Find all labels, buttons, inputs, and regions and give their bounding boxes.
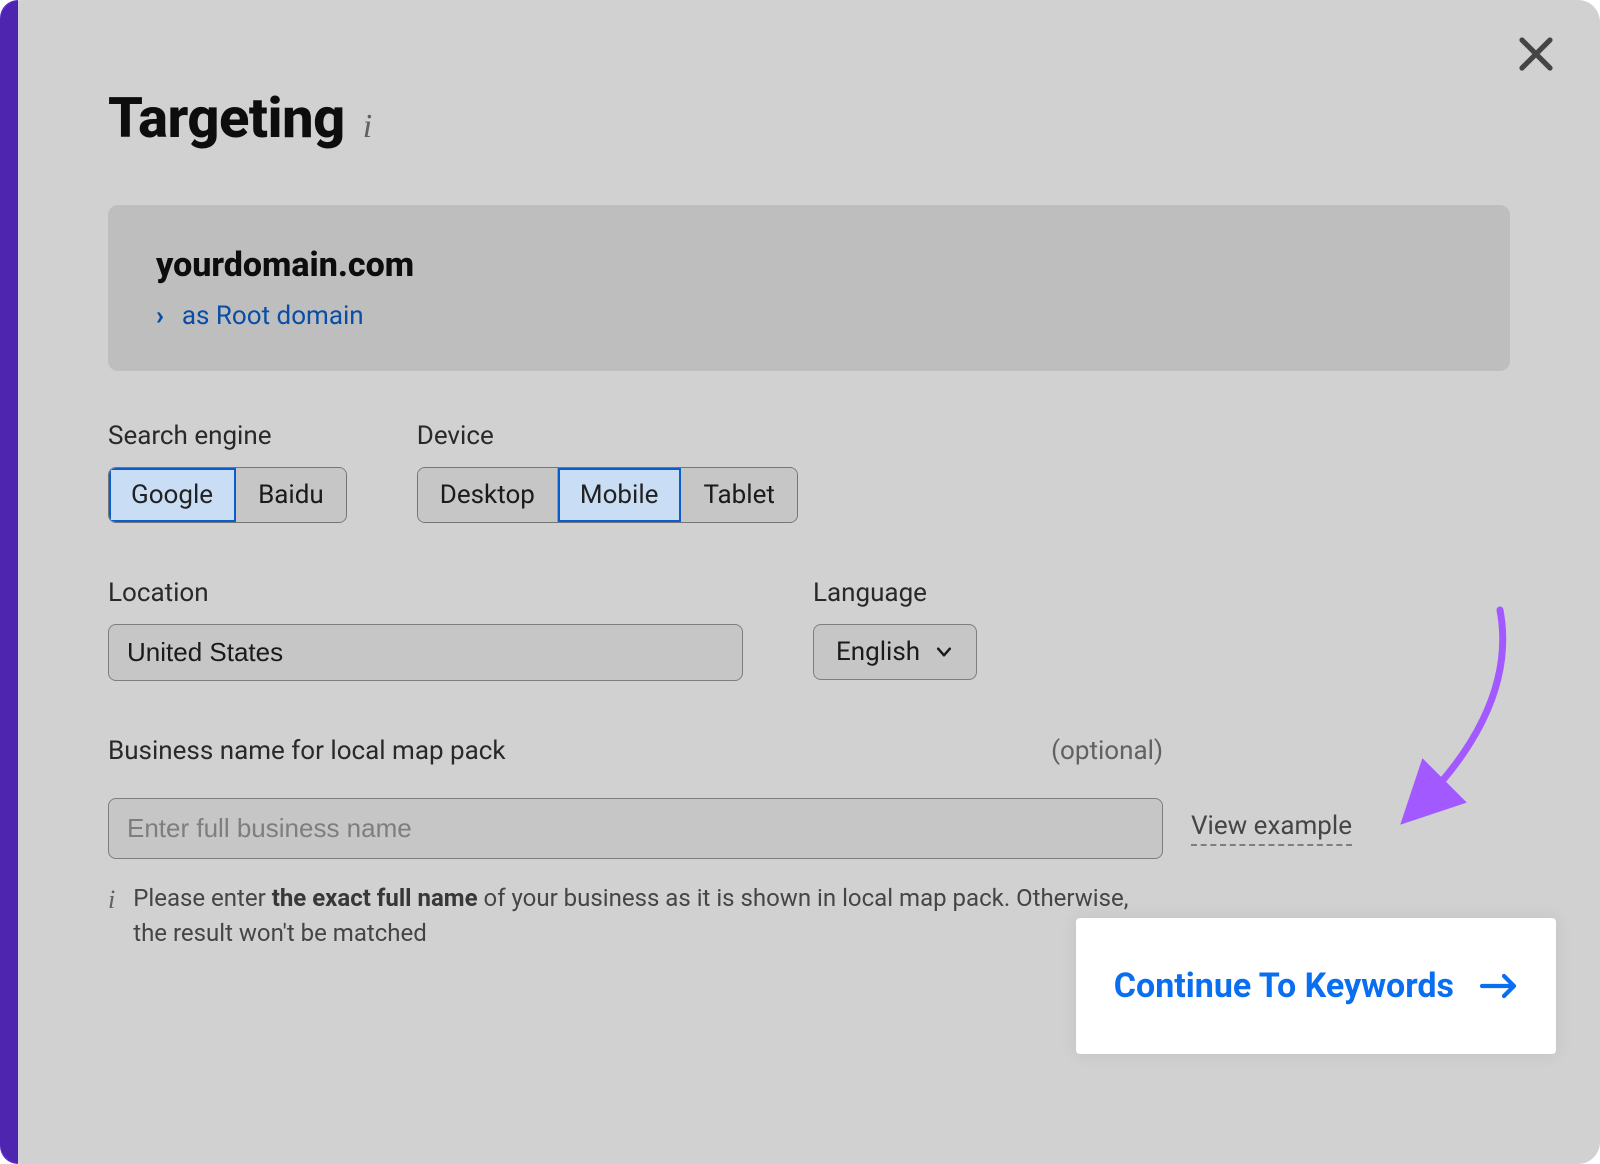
cta-highlight: Continue To Keywords xyxy=(1076,918,1556,1054)
business-name-input[interactable] xyxy=(108,798,1163,859)
device-label: Device xyxy=(417,421,798,451)
domain-scope-toggle[interactable]: › as Root domain xyxy=(156,301,1462,331)
cta-label: Continue To Keywords xyxy=(1114,966,1454,1006)
device-option-desktop[interactable]: Desktop xyxy=(418,468,558,522)
search-engine-label: Search engine xyxy=(108,421,347,451)
chevron-down-icon xyxy=(934,642,954,662)
business-hint-text: Please enter the exact full name of your… xyxy=(133,881,1163,951)
business-optional-label: (optional) xyxy=(1051,736,1163,766)
business-name-label: Business name for local map pack xyxy=(108,736,506,766)
device-field: Device Desktop Mobile Tablet xyxy=(417,421,798,523)
domain-card: yourdomain.com › as Root domain xyxy=(108,205,1510,371)
device-option-tablet[interactable]: Tablet xyxy=(681,468,796,522)
location-input[interactable] xyxy=(108,624,743,681)
device-option-mobile[interactable]: Mobile xyxy=(558,468,682,522)
language-label: Language xyxy=(813,578,977,608)
search-engine-option-google[interactable]: Google xyxy=(109,468,236,522)
search-engine-group: Google Baidu xyxy=(108,467,347,523)
search-engine-option-baidu[interactable]: Baidu xyxy=(236,468,346,522)
device-group: Desktop Mobile Tablet xyxy=(417,467,798,523)
arrow-right-icon xyxy=(1480,972,1518,1000)
chevron-right-icon: › xyxy=(156,301,164,331)
location-label: Location xyxy=(108,578,743,608)
location-field: Location xyxy=(108,578,743,681)
page-title: Targeting xyxy=(108,85,345,151)
language-field: Language English xyxy=(813,578,977,681)
app-accent-bar xyxy=(0,0,18,1164)
language-value: English xyxy=(836,637,920,667)
close-icon xyxy=(1512,30,1560,78)
search-engine-field: Search engine Google Baidu xyxy=(108,421,347,523)
info-icon[interactable]: i xyxy=(363,108,372,146)
view-example-link[interactable]: View example xyxy=(1191,811,1352,846)
language-select[interactable]: English xyxy=(813,624,977,680)
domain-name: yourdomain.com xyxy=(156,245,1462,285)
business-hint: i Please enter the exact full name of yo… xyxy=(108,881,1163,951)
domain-scope-label: as Root domain xyxy=(182,301,364,331)
continue-to-keywords-button[interactable]: Continue To Keywords xyxy=(1114,966,1518,1006)
close-button[interactable] xyxy=(1512,30,1560,78)
info-icon: i xyxy=(108,881,115,951)
